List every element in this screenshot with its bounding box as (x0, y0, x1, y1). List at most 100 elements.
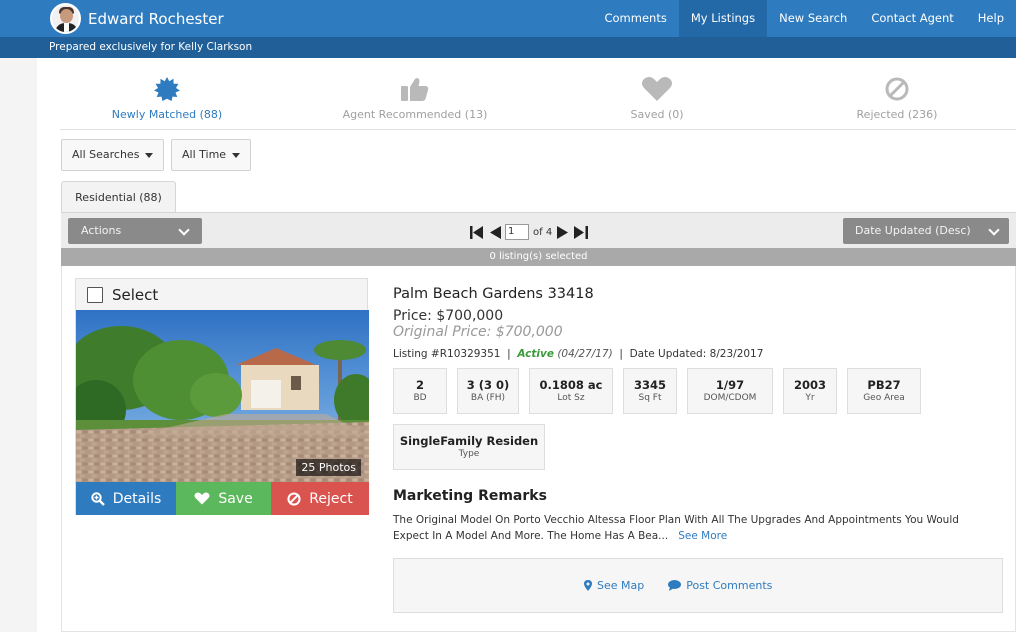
fact-value: 3 (3 0) (466, 378, 510, 392)
searches-value: All Searches (72, 148, 140, 161)
category-tabs: Newly Matched (88) Agent Recommended (13… (60, 58, 1016, 130)
heart-icon (194, 492, 210, 505)
fact-label: DOM/CDOM (703, 393, 757, 403)
tab-residential[interactable]: Residential (88) (61, 181, 176, 212)
photo-card: Select 25 Photos Details Save Reject (75, 278, 369, 515)
fact-value: 3345 (633, 378, 666, 392)
listing-address[interactable]: Palm Beach Gardens 33418 (393, 286, 594, 302)
nav-new-search[interactable]: New Search (767, 0, 859, 37)
tab-label: Saved (0) (630, 108, 684, 121)
see-map-link[interactable]: See Map (584, 579, 644, 592)
tab-agent-recommended[interactable]: Agent Recommended (13) (310, 58, 520, 130)
avatar (50, 3, 81, 34)
caret-down-icon (232, 152, 241, 158)
tab-label: Newly Matched (88) (111, 108, 223, 121)
tab-saved[interactable]: Saved (0) (552, 58, 762, 130)
searches-dropdown[interactable]: All Searches (61, 139, 165, 171)
first-page-icon[interactable] (470, 225, 484, 239)
tab-newly-matched[interactable]: Newly Matched (88) (62, 58, 272, 130)
reject-button[interactable]: Reject (271, 482, 369, 515)
badge-star-icon (154, 77, 180, 105)
details-button[interactable]: Details (76, 482, 176, 515)
remarks-title: Marketing Remarks (393, 488, 547, 504)
page-number-input[interactable]: 1 (505, 224, 529, 240)
select-checkbox[interactable] (87, 286, 103, 303)
prepared-for-bar: Prepared exclusively for Kelly Clarkson (0, 37, 1016, 58)
photo-count-badge: 25 Photos (296, 459, 361, 476)
ban-icon (287, 491, 301, 506)
tab-label: Agent Recommended (13) (342, 108, 488, 121)
post-comments-label: Post Comments (686, 579, 773, 592)
map-comment-links: See Map Post Comments (584, 579, 772, 592)
date-updated: Date Updated: 8/23/2017 (629, 348, 764, 360)
fact-value: 2 (415, 378, 424, 392)
fact-label: Type (458, 449, 480, 459)
listing-card: Select 25 Photos Details Save Reject Pal… (61, 266, 1016, 632)
nav-my-listings[interactable]: My Listings (678, 0, 768, 37)
remarks-text: The Original Model On Porto Vecchio Alte… (393, 512, 993, 544)
fact-box-geo-area: PB27 Geo Area (847, 368, 921, 414)
fact-label: BA (FH) (470, 393, 506, 403)
caret-down-icon (145, 152, 154, 158)
see-map-label: See Map (597, 579, 645, 592)
save-label: Save (218, 490, 253, 507)
save-button[interactable]: Save (176, 482, 271, 515)
agent-name: Edward Rochester (88, 9, 224, 28)
remarks-body: The Original Model On Porto Vecchio Alte… (393, 514, 959, 542)
select-label: Select (112, 285, 159, 304)
heart-icon (641, 77, 673, 105)
last-page-icon[interactable] (574, 225, 589, 239)
fact-label: Sq Ft (638, 393, 662, 403)
reject-label: Reject (309, 490, 353, 507)
fact-value: PB27 (867, 378, 901, 392)
fact-value: 2003 (793, 378, 826, 392)
tab-label: Rejected (236) (856, 108, 938, 121)
fact-label: BD (413, 393, 427, 403)
time-value: All Time (182, 148, 227, 161)
see-more-link[interactable]: See More (678, 530, 727, 542)
chevron-down-icon (178, 224, 190, 236)
zoom-in-icon (91, 491, 105, 506)
fact-label: Lot Sz (557, 393, 585, 403)
main-nav: Comments My Listings New Search Contact … (592, 0, 1016, 37)
listing-meta: Listing #R10329351 | Active (04/27/17) |… (393, 348, 764, 360)
selection-count: 0 listing(s) selected (61, 248, 1016, 266)
next-page-icon[interactable] (557, 225, 569, 239)
thumbs-up-icon (401, 77, 429, 105)
tab-rejected[interactable]: Rejected (236) (792, 58, 1002, 130)
actions-label: Actions (81, 224, 122, 237)
fact-label: Yr (805, 393, 815, 403)
listing-photo[interactable]: 25 Photos (76, 310, 369, 482)
actions-dropdown[interactable]: Actions (68, 218, 202, 244)
page-count: of 4 (533, 226, 553, 238)
time-dropdown[interactable]: All Time (171, 139, 252, 171)
sort-dropdown[interactable]: Date Updated (Desc) (843, 218, 1009, 244)
select-row[interactable]: Select (76, 279, 367, 310)
status-badge: Active (517, 348, 554, 360)
nav-contact-agent[interactable]: Contact Agent (859, 0, 965, 37)
listing-actions: Details Save Reject (76, 482, 369, 515)
sort-label: Date Updated (Desc) (855, 224, 971, 237)
chevron-down-icon (988, 224, 1000, 236)
prev-page-icon[interactable] (490, 225, 501, 239)
fact-value: SingleFamily Residen (399, 434, 539, 448)
fact-box-sqft: 3345 Sq Ft (623, 368, 677, 414)
nav-help[interactable]: Help (966, 0, 1016, 37)
fact-box-year: 2003 Yr (783, 368, 837, 414)
details-label: Details (112, 490, 162, 507)
fact-value: 0.1808 ac (539, 378, 603, 392)
fact-box-beds: 2 BD (393, 368, 447, 414)
ban-icon (885, 77, 909, 105)
listing-number: Listing #R10329351 (393, 348, 501, 360)
listing-price: Price: $700,000 (393, 308, 504, 324)
nav-comments[interactable]: Comments (592, 0, 678, 37)
listing-toolbar: Actions 1 of 4 Date Updated (Desc) (61, 212, 1016, 248)
top-bar: Edward Rochester Comments My Listings Ne… (0, 0, 1016, 37)
pagination: 1 of 4 (470, 223, 589, 241)
fact-box-dom: 1/97 DOM/CDOM (687, 368, 773, 414)
map-marker-icon (584, 580, 592, 591)
fact-box-baths: 3 (3 0) BA (FH) (457, 368, 519, 414)
agent-profile[interactable]: Edward Rochester (50, 2, 224, 35)
post-comments-link[interactable]: Post Comments (668, 579, 772, 592)
original-price: Original Price: $700,000 (393, 324, 563, 340)
